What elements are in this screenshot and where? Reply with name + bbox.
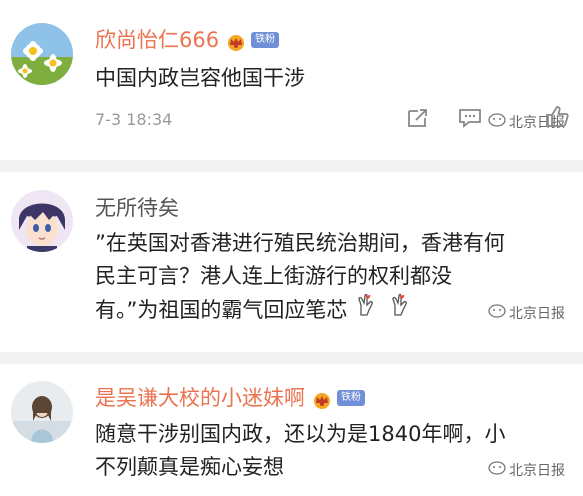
watermark: 北京日报 bbox=[488, 460, 565, 480]
anime-avatar bbox=[11, 190, 73, 252]
comment-line: 随意干涉别国内政，还以为是1840年啊，小 bbox=[95, 422, 506, 446]
comment-actions bbox=[406, 107, 482, 133]
username-text[interactable]: 是吴谦大校的小迷妹啊 bbox=[95, 385, 305, 411]
like-icon[interactable] bbox=[544, 104, 570, 132]
user-avatar[interactable] bbox=[11, 190, 73, 252]
crown-icon bbox=[311, 389, 333, 409]
watermark-text: 北京日报 bbox=[509, 463, 565, 479]
comment-item-3: 是吴谦大校的小迷妹啊 铁粉 随意干涉别国内政，还以为是1840年啊，小 不列颠真… bbox=[0, 364, 583, 496]
watermark-logo-icon bbox=[488, 304, 506, 322]
watermark-logo-icon bbox=[488, 461, 506, 479]
comment-item-1: 欣尚怡仁666 铁粉 中国内政岂容他国干涉 7-3 18:34 北京日报 bbox=[0, 0, 583, 160]
watermark-text: 北京日报 bbox=[509, 306, 565, 322]
user-avatar[interactable] bbox=[11, 381, 73, 443]
username-text[interactable]: 无所待矣 bbox=[95, 195, 179, 221]
share-icon[interactable] bbox=[406, 107, 430, 133]
comment-line: 民主可言？港人连上街游行的权利都没 bbox=[95, 264, 452, 288]
comment-line: ”在英国对香港进行殖民统治期间，香港有何 bbox=[95, 231, 505, 255]
comment-time: 7-3 18:34 bbox=[95, 110, 173, 129]
photo-avatar bbox=[11, 381, 73, 443]
watermark-logo-icon bbox=[488, 113, 506, 131]
comment-icon[interactable] bbox=[458, 107, 482, 133]
section-divider bbox=[0, 160, 583, 172]
fan-badge: 铁粉 bbox=[337, 390, 365, 406]
hand-heart-icon bbox=[389, 293, 409, 327]
daisy-avatar bbox=[11, 23, 73, 85]
section-divider bbox=[0, 352, 583, 364]
username[interactable]: 无所待矣 bbox=[95, 195, 179, 221]
username[interactable]: 欣尚怡仁666 铁粉 bbox=[95, 27, 280, 53]
user-avatar[interactable] bbox=[11, 23, 73, 85]
crown-icon bbox=[225, 31, 247, 51]
watermark: 北京日报 bbox=[488, 303, 565, 323]
comment-text: 中国内政岂容他国干涉 bbox=[95, 66, 305, 90]
comment-item-2: 无所待矣 ”在英国对香港进行殖民统治期间，香港有何 民主可言？港人连上街游行的权… bbox=[0, 172, 583, 362]
username[interactable]: 是吴谦大校的小迷妹啊 铁粉 bbox=[95, 385, 365, 411]
fan-badge: 铁粉 bbox=[251, 32, 280, 48]
comment-line-text: 有。”为祖国的霸气回应笔芯 bbox=[95, 297, 348, 322]
username-text[interactable]: 欣尚怡仁666 bbox=[95, 27, 219, 53]
hand-heart-icon bbox=[355, 293, 375, 327]
